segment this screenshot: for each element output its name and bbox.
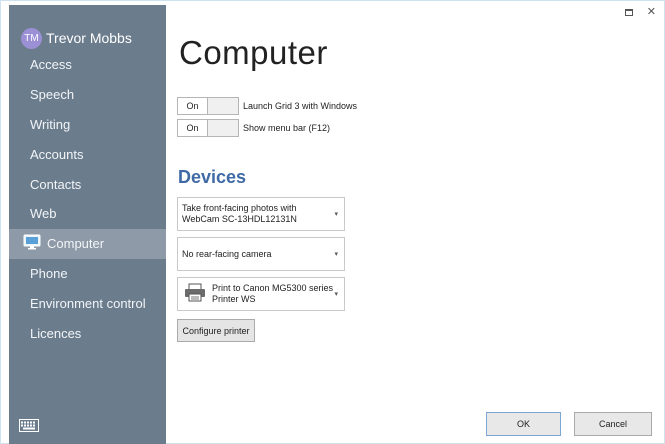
toggle-state: On (178, 120, 208, 136)
show-menu-bar-label: Show menu bar (F12) (243, 123, 331, 133)
sidebar-item-label: Speech (30, 87, 75, 103)
ok-button[interactable]: OK (486, 412, 561, 436)
restore-icon[interactable] (624, 9, 633, 16)
rear-camera-value: No rear-facing camera (182, 248, 272, 259)
sidebar: TM Trevor Mobbs Access Speech Writing Ac… (9, 5, 166, 444)
chevron-down-icon: ▾ (334, 290, 338, 298)
sidebar-item-contacts[interactable]: Contacts (9, 169, 166, 199)
toggle-state: On (178, 98, 208, 114)
avatar: TM (21, 27, 42, 49)
sidebar-item-environment-control[interactable]: Environment control (9, 288, 166, 318)
sidebar-item-label: Environment control (30, 295, 146, 311)
printer-select[interactable]: Print to Canon MG5300 series Printer WS … (177, 277, 345, 311)
window-controls: ✕ (624, 7, 656, 18)
sidebar-item-label: Access (30, 57, 72, 73)
page-title: Computer (179, 34, 328, 71)
launch-with-windows-row: On Launch Grid 3 with Windows (177, 97, 357, 115)
sidebar-item-phone[interactable]: Phone (9, 259, 166, 289)
chevron-down-icon: ▾ (334, 250, 338, 258)
sidebar-item-label: Writing (30, 116, 71, 132)
show-menu-bar-toggle[interactable]: On (177, 119, 239, 137)
sidebar-item-access[interactable]: Access (9, 50, 166, 80)
printer-value: Print to Canon MG5300 series Printer WS (212, 283, 334, 304)
chevron-down-icon: ▾ (334, 210, 338, 218)
launch-with-windows-label: Launch Grid 3 with Windows (243, 101, 358, 111)
close-icon[interactable]: ✕ (647, 7, 656, 18)
configure-printer-button[interactable]: Configure printer (177, 319, 255, 342)
sidebar-item-computer[interactable]: Computer (9, 228, 166, 259)
monitor-icon (23, 234, 41, 253)
sidebar-item-label: Contacts (30, 176, 82, 192)
devices-heading: Devices (178, 167, 247, 187)
sidebar-item-label: Accounts (30, 146, 84, 162)
sidebar-item-writing[interactable]: Writing (9, 110, 166, 140)
show-menu-bar-row: On Show menu bar (F12) (177, 119, 330, 137)
sidebar-item-label: Computer (47, 236, 105, 252)
printer-icon (184, 283, 206, 306)
sidebar-item-label: Phone (30, 265, 68, 281)
front-camera-select[interactable]: Take front-facing photos with WebCam SC-… (177, 197, 345, 231)
cancel-button[interactable]: Cancel (574, 412, 652, 436)
user-name: Trevor Mobbs (46, 30, 132, 46)
rear-camera-select[interactable]: No rear-facing camera ▾ (177, 237, 345, 271)
sidebar-item-label: Web (30, 206, 57, 222)
keyboard-icon[interactable] (19, 419, 39, 437)
launch-with-windows-toggle[interactable]: On (177, 97, 239, 115)
sidebar-item-licences[interactable]: Licences (9, 318, 166, 348)
sidebar-item-label: Licences (30, 325, 82, 341)
sidebar-item-speech[interactable]: Speech (9, 80, 166, 110)
settings-window: TM Trevor Mobbs Access Speech Writing Ac… (0, 0, 665, 444)
sidebar-item-accounts[interactable]: Accounts (9, 139, 166, 169)
sidebar-nav: Access Speech Writing Accounts Contacts … (9, 50, 166, 348)
toggle-track (208, 98, 238, 114)
front-camera-value: Take front-facing photos with WebCam SC-… (182, 203, 297, 224)
toggle-track (208, 120, 238, 136)
user-profile[interactable]: TM Trevor Mobbs (21, 27, 132, 49)
sidebar-item-web[interactable]: Web (9, 199, 166, 229)
